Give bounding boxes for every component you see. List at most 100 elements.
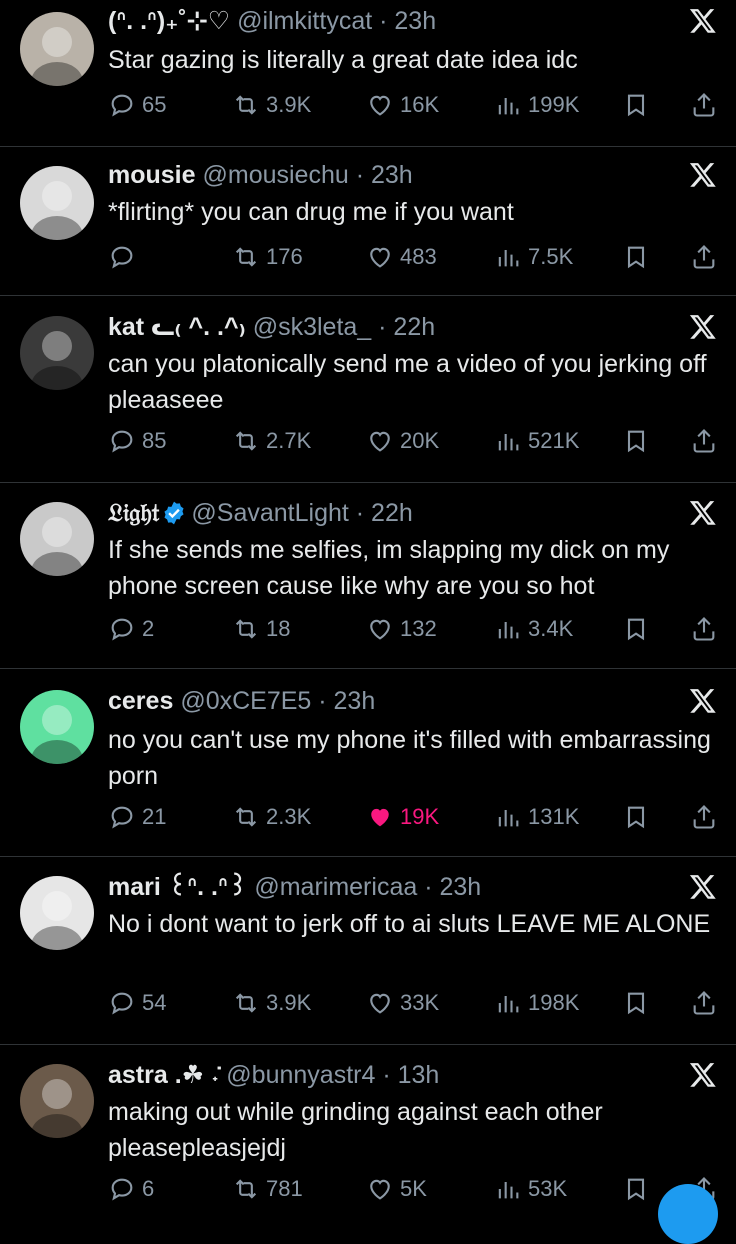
avatar[interactable] xyxy=(20,690,94,764)
views-button[interactable]: 3.4K xyxy=(494,612,573,646)
share-button[interactable] xyxy=(690,612,718,646)
repost-button[interactable]: 176 xyxy=(232,240,303,274)
x-logo-button[interactable] xyxy=(688,1060,718,1090)
timestamp[interactable]: 13h xyxy=(398,1061,440,1089)
reply-button[interactable]: 85 xyxy=(108,424,166,458)
views-button[interactable]: 198K xyxy=(494,986,579,1020)
reply-button[interactable] xyxy=(108,240,142,274)
bookmark-button[interactable] xyxy=(622,1172,650,1206)
reply-button[interactable]: 21 xyxy=(108,800,166,834)
repost-button[interactable]: 2.7K xyxy=(232,424,311,458)
repost-button[interactable]: 18 xyxy=(232,612,290,646)
handle[interactable]: @bunnyastr4 xyxy=(226,1061,375,1089)
handle[interactable]: @sk3leta_ xyxy=(253,313,372,341)
like-icon xyxy=(370,1179,390,1200)
bookmark-button[interactable] xyxy=(622,986,650,1020)
tweet-text: If she sends me selfies, im slapping my … xyxy=(108,536,670,600)
like-icon xyxy=(370,619,390,640)
verified-badge-icon xyxy=(164,501,184,525)
like-button[interactable]: 5K xyxy=(366,1172,427,1206)
bookmark-button[interactable] xyxy=(622,424,650,458)
x-logo-button[interactable] xyxy=(688,6,718,36)
views-button[interactable]: 53K xyxy=(494,1172,567,1206)
share-button[interactable] xyxy=(690,424,718,458)
timestamp[interactable]: 23h xyxy=(394,7,436,35)
display-name[interactable]: astra .☘︎ ݁˖ xyxy=(108,1061,219,1089)
avatar[interactable] xyxy=(20,502,94,576)
share-button[interactable] xyxy=(690,240,718,274)
divider xyxy=(0,295,736,296)
x-logo-button[interactable] xyxy=(688,686,718,716)
like-icon xyxy=(370,247,390,268)
repost-count: 2.3K xyxy=(266,804,312,829)
reply-count: 21 xyxy=(142,804,167,829)
repost-count: 176 xyxy=(266,244,303,269)
tweet-text: Star gazing is literally a great date id… xyxy=(108,46,578,74)
bookmark-button[interactable] xyxy=(622,612,650,646)
repost-button[interactable]: 2.3K xyxy=(232,800,311,834)
avatar[interactable] xyxy=(20,316,94,390)
views-button[interactable]: 521K xyxy=(494,424,579,458)
display-name[interactable]: mousie xyxy=(108,161,196,189)
display-name[interactable]: mari ꒰ᐢ. .ᐢ꒱ xyxy=(108,873,247,901)
timestamp[interactable]: 22h xyxy=(371,499,413,527)
avatar[interactable] xyxy=(20,1064,94,1138)
repost-button[interactable]: 3.9K xyxy=(232,986,311,1020)
views-button[interactable]: 7.5K xyxy=(494,240,573,274)
timestamp[interactable]: 23h xyxy=(334,687,376,715)
timestamp[interactable]: 23h xyxy=(371,161,413,189)
handle[interactable]: @marimericaa xyxy=(254,873,417,901)
like-button[interactable]: 20K xyxy=(366,424,439,458)
avatar[interactable] xyxy=(20,876,94,950)
display-name[interactable]: ceres xyxy=(108,687,173,715)
repost-count: 2.7K xyxy=(266,428,312,453)
share-icon xyxy=(693,93,715,117)
timestamp[interactable]: 22h xyxy=(393,313,435,341)
repost-button[interactable]: 3.9K xyxy=(232,88,311,122)
display-name[interactable]: (ᐢ. .ᐢ)₊˚⊹♡ xyxy=(108,7,230,35)
timestamp[interactable]: 23h xyxy=(439,873,481,901)
handle[interactable]: @SavantLight xyxy=(191,499,348,527)
reply-icon xyxy=(111,992,133,1015)
bookmark-button[interactable] xyxy=(622,800,650,834)
share-button[interactable] xyxy=(690,986,718,1020)
close-x-icon xyxy=(689,9,716,33)
reply-button[interactable]: 2 xyxy=(108,612,154,646)
handle[interactable]: @0xCE7E5 xyxy=(180,687,311,715)
x-logo-button[interactable] xyxy=(688,872,718,902)
handle[interactable]: @mousiechu xyxy=(202,161,348,189)
tweet-text: no you can't use my phone it's filled wi… xyxy=(108,726,711,790)
like-button[interactable]: 16K xyxy=(366,88,439,122)
reply-button[interactable]: 6 xyxy=(108,1172,154,1206)
share-button[interactable] xyxy=(690,800,718,834)
bookmark-button[interactable] xyxy=(622,88,650,122)
tweet-header: mari ꒰ᐢ. .ᐢ꒱ @marimericaa · 23h xyxy=(108,870,666,904)
views-button[interactable]: 131K xyxy=(494,800,579,834)
display-name[interactable]: 𝔏𝔦𝔤𝔥𝔱 xyxy=(108,499,159,527)
share-icon xyxy=(693,617,715,641)
reply-button[interactable]: 65 xyxy=(108,88,166,122)
x-logo-button[interactable] xyxy=(688,498,718,528)
compose-fab-button[interactable] xyxy=(658,1184,718,1244)
like-button[interactable]: 483 xyxy=(366,240,437,274)
x-logo-button[interactable] xyxy=(688,160,718,190)
like-button[interactable]: 132 xyxy=(366,612,437,646)
avatar[interactable] xyxy=(20,166,94,240)
like-button[interactable]: 19K xyxy=(366,800,439,834)
reply-button[interactable]: 54 xyxy=(108,986,166,1020)
handle[interactable]: @ilmkittycat xyxy=(237,7,372,35)
share-button[interactable] xyxy=(690,88,718,122)
avatar[interactable] xyxy=(20,12,94,86)
divider xyxy=(0,482,736,483)
view-count: 3.4K xyxy=(528,616,574,641)
avatar-image xyxy=(20,316,94,390)
repost-count: 3.9K xyxy=(266,990,312,1015)
repost-button[interactable]: 781 xyxy=(232,1172,303,1206)
bookmark-button[interactable] xyxy=(622,240,650,274)
display-name[interactable]: kat ᓚ₍ ^. .^₎ xyxy=(108,313,246,341)
views-button[interactable]: 199K xyxy=(494,88,579,122)
like-button[interactable]: 33K xyxy=(366,986,439,1020)
views-icon xyxy=(498,434,519,451)
like-count: 483 xyxy=(400,244,437,269)
x-logo-button[interactable] xyxy=(688,312,718,342)
